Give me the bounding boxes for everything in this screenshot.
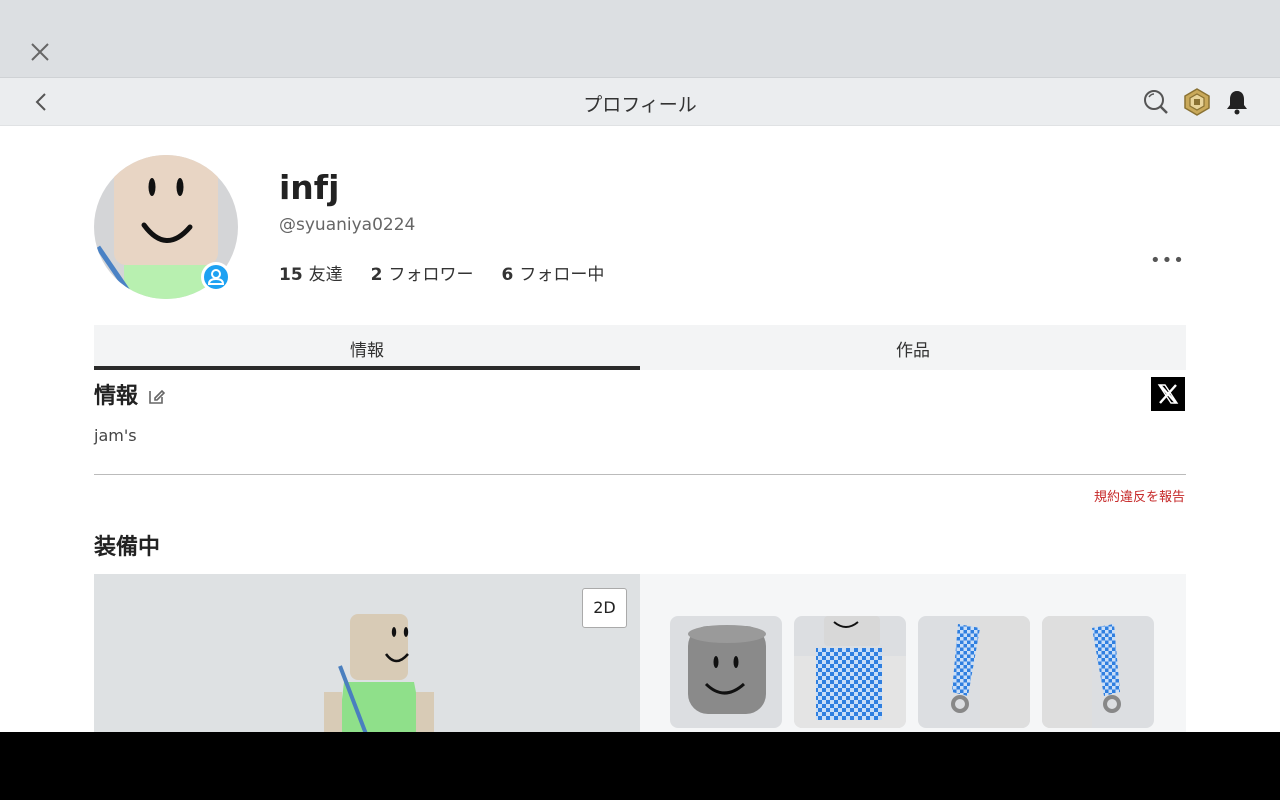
navbar: プロフィール [0, 77, 1280, 126]
avatar-3d-view[interactable]: 2D [94, 574, 640, 732]
window-top-strip [0, 0, 1280, 77]
friends-stat[interactable]: 15 友達 [279, 260, 343, 285]
username: @syuaniya0224 [279, 215, 416, 235]
close-icon[interactable] [28, 40, 52, 64]
item-shirt[interactable] [794, 616, 906, 728]
following-stat[interactable]: 6 フォロー中 [502, 260, 605, 285]
avatar-3d-image [324, 614, 434, 732]
followers-count: 2 [370, 265, 383, 285]
profile-tabs: 情報 作品 [94, 325, 1186, 370]
tab-about[interactable]: 情報 [94, 325, 640, 370]
tab-creations[interactable]: 作品 [640, 325, 1186, 370]
display-name: infj [279, 168, 340, 207]
right-arm-item-image [1042, 616, 1121, 728]
x-logo-icon [1157, 384, 1179, 404]
followers-label: フォロワー [388, 265, 474, 285]
wearing-items-panel [640, 574, 1186, 732]
avatar-status-badge [201, 262, 231, 292]
x-social-link[interactable] [1151, 377, 1185, 411]
about-title: 情報 [94, 384, 139, 409]
user-icon [207, 269, 225, 285]
profile-stats: 15 友達 2 フォロワー 6 フォロー中 [279, 260, 604, 285]
left-arm-item-image [951, 616, 1030, 728]
report-abuse-link[interactable]: 規約違反を報告 [1094, 486, 1185, 505]
head-item-image [688, 625, 766, 714]
followers-stat[interactable]: 2 フォロワー [371, 260, 474, 285]
search-icon[interactable] [1142, 88, 1170, 116]
profile-content: infj @syuaniya0224 15 友達 2 フォロワー 6 フォロー中 ••… [0, 126, 1280, 732]
following-label: フォロー中 [519, 265, 605, 285]
toggle-2d-button[interactable]: 2D [582, 588, 627, 628]
more-options-button[interactable]: ••• [1150, 250, 1184, 274]
page-title: プロフィール [583, 94, 697, 116]
about-description: jam's [94, 426, 137, 445]
bell-icon[interactable] [1223, 88, 1251, 116]
divider [94, 474, 1186, 475]
shirt-item-image [794, 616, 906, 728]
robux-icon[interactable] [1183, 88, 1211, 116]
following-count: 6 [501, 265, 514, 285]
friends-label: 友達 [308, 265, 343, 285]
edit-icon[interactable] [147, 386, 167, 406]
item-right-arm[interactable] [1042, 616, 1154, 728]
bottom-bar [0, 732, 1280, 800]
item-head[interactable] [670, 616, 782, 728]
wearing-title: 装備中 [94, 535, 161, 560]
friends-count: 15 [279, 265, 303, 285]
item-left-arm[interactable] [918, 616, 1030, 728]
